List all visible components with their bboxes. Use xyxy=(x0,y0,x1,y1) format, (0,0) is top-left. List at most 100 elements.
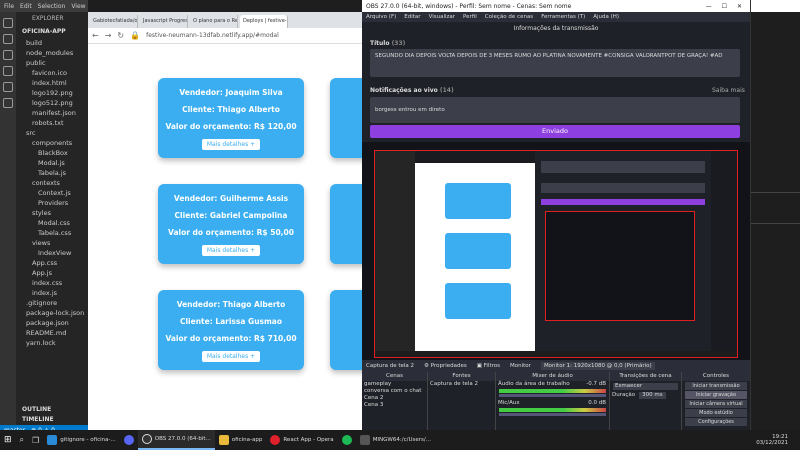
project-folder[interactable]: OFICINA-APP xyxy=(16,26,88,38)
file-tree-item[interactable]: BlackBox xyxy=(16,148,88,158)
taskbar-app[interactable]: gitignore - oficina-... xyxy=(43,430,120,450)
file-tree-item[interactable]: index.css xyxy=(16,278,88,288)
send-button[interactable]: Enviado xyxy=(370,125,740,138)
source-item[interactable]: Captura de tela 2 xyxy=(428,381,495,388)
file-tree-item[interactable]: src xyxy=(16,128,88,138)
file-tree-item[interactable]: App.css xyxy=(16,258,88,268)
taskbar-app[interactable] xyxy=(338,430,356,450)
scene-item[interactable]: conversa com o chat xyxy=(362,388,427,395)
scene-item[interactable]: Cena 2 xyxy=(362,395,427,402)
file-tree-item[interactable]: .gitignore xyxy=(16,298,88,308)
file-tree-item[interactable]: Tabela.css xyxy=(16,228,88,238)
file-tree-item[interactable]: Context.js xyxy=(16,188,88,198)
file-tree-item[interactable]: views xyxy=(16,238,88,248)
maximize-icon[interactable]: ☐ xyxy=(722,3,727,10)
file-tree-item[interactable]: yarn.lock xyxy=(16,338,88,348)
system-clock[interactable]: 19:21 03/12/2021 xyxy=(756,434,800,446)
title-label: Título (33) xyxy=(370,40,406,47)
debug-icon[interactable] xyxy=(3,66,13,76)
file-tree-item[interactable]: index.js xyxy=(16,288,88,298)
duration-input[interactable]: 300 ms xyxy=(639,392,666,399)
start-stream-button[interactable]: Iniciar transmissão xyxy=(685,382,747,390)
volume-slider[interactable] xyxy=(499,413,606,416)
url-field[interactable]: festive-neumann-13dfab.netlify.app/#moda… xyxy=(146,32,279,39)
source-control-icon[interactable] xyxy=(3,50,13,60)
minimize-icon[interactable]: — xyxy=(706,3,712,10)
obs-menu-item[interactable]: Editar xyxy=(404,14,420,20)
search-icon[interactable] xyxy=(3,34,13,44)
preview-frame[interactable] xyxy=(374,150,738,358)
file-tree-item[interactable]: favicon.ico xyxy=(16,68,88,78)
forward-icon[interactable]: → xyxy=(105,31,112,40)
file-tree-item[interactable]: node_modules xyxy=(16,48,88,58)
monitor-select[interactable]: Monitor 1: 1920x1080 @ 0,0 (Primário) xyxy=(540,362,655,370)
taskbar-app[interactable]: React App - Opera xyxy=(266,430,337,450)
reload-icon[interactable]: ↻ xyxy=(117,31,124,40)
menu-file[interactable]: File xyxy=(4,3,14,10)
github-icon[interactable] xyxy=(3,98,13,108)
menu-edit[interactable]: Edit xyxy=(20,3,32,10)
extensions-icon[interactable] xyxy=(3,82,13,92)
file-tree-item[interactable]: Providers xyxy=(16,198,88,208)
scene-item[interactable]: Cena 3 xyxy=(362,402,427,409)
notifications-input[interactable]: borgess entrou em direto xyxy=(370,97,740,123)
obs-menu-item[interactable]: Ferramentas (T) xyxy=(541,14,585,20)
file-tree-item[interactable]: robots.txt xyxy=(16,118,88,128)
properties-button[interactable]: ⚙ Propriedades xyxy=(424,363,467,369)
browser-tab-active[interactable]: Deploys | festive-neu xyxy=(240,15,288,28)
file-tree-item[interactable]: App.js xyxy=(16,268,88,278)
search-button[interactable]: ⌕ xyxy=(16,430,28,450)
start-recording-button[interactable]: Iniciar gravação xyxy=(685,391,747,399)
taskbar-app[interactable] xyxy=(120,430,138,450)
settings-button[interactable]: Configurações xyxy=(685,418,747,426)
file-tree-item[interactable]: package.json xyxy=(16,318,88,328)
obs-menu-item[interactable]: Arquivo (F) xyxy=(366,14,396,20)
start-button[interactable]: ⊞ xyxy=(0,430,16,450)
obs-menu-item[interactable]: Coleção de cenas xyxy=(485,14,533,20)
file-tree-item[interactable]: logo192.png xyxy=(16,88,88,98)
obs-menu-item[interactable]: Visualizar xyxy=(429,14,455,20)
menu-view[interactable]: View xyxy=(71,3,85,10)
file-tree-item[interactable]: IndexView xyxy=(16,248,88,258)
studio-mode-button[interactable]: Modo estúdio xyxy=(685,409,747,417)
taskbar-app[interactable]: OBS 27.0.0 (64-bit... xyxy=(137,430,215,450)
obs-menu-item[interactable]: Ajuda (H) xyxy=(593,14,619,20)
file-tree-item[interactable]: package-lock.json xyxy=(16,308,88,318)
browser-tab[interactable]: O plano para o React xyxy=(190,15,238,28)
file-tree-item[interactable]: README.md xyxy=(16,328,88,338)
transition-select[interactable]: Esmaecer xyxy=(613,383,678,390)
scene-item[interactable]: gameplay xyxy=(362,381,427,388)
file-tree-item[interactable]: styles xyxy=(16,208,88,218)
file-tree-item[interactable]: build xyxy=(16,38,88,48)
details-button[interactable]: Mais detalhes + xyxy=(201,351,261,362)
virtual-camera-button[interactable]: Iniciar câmera virtual xyxy=(685,400,747,408)
file-tree-item[interactable]: Tabela.js xyxy=(16,168,88,178)
file-tree-item[interactable]: Modal.js xyxy=(16,158,88,168)
task-view-button[interactable]: ❐ xyxy=(28,430,43,450)
files-icon[interactable] xyxy=(3,18,13,28)
learn-more-link[interactable]: Saiba mais xyxy=(712,87,745,94)
taskbar-app[interactable]: MINGW64:/c/Users/... xyxy=(356,430,435,450)
taskbar-app[interactable]: oficina-app xyxy=(215,430,267,450)
close-icon[interactable]: ✕ xyxy=(737,3,742,10)
browser-tab[interactable]: Javascript Progress B xyxy=(140,15,188,28)
file-tree-item[interactable]: public xyxy=(16,58,88,68)
filters-button[interactable]: ▣ Filtros xyxy=(477,363,500,369)
file-tree-item[interactable]: components xyxy=(16,138,88,148)
file-tree-item[interactable]: logo512.png xyxy=(16,98,88,108)
timeline-section[interactable]: TIMELINE xyxy=(16,414,88,425)
obs-menu-item[interactable]: Perfil xyxy=(463,14,477,20)
file-tree-item[interactable]: Modal.css xyxy=(16,218,88,228)
title-input[interactable]: SEGUNDO DIA DEPOIS VOLTA DEPOIS DE 3 MES… xyxy=(370,49,740,77)
file-tree-item[interactable]: manifest.json xyxy=(16,108,88,118)
file-tree-item[interactable]: contexts xyxy=(16,178,88,188)
details-button[interactable]: Mais detalhes + xyxy=(201,245,261,256)
details-button[interactable]: Mais detalhes + xyxy=(201,139,261,150)
volume-slider[interactable] xyxy=(499,394,606,397)
terminal-icon xyxy=(359,435,370,445)
browser-tab[interactable]: Gabiotecfatiada/oficina xyxy=(90,15,138,28)
file-tree-item[interactable]: index.html xyxy=(16,78,88,88)
back-icon[interactable]: ← xyxy=(92,31,99,40)
source-name: Captura de tela 2 xyxy=(366,363,415,369)
menu-selection[interactable]: Selection xyxy=(38,3,66,10)
